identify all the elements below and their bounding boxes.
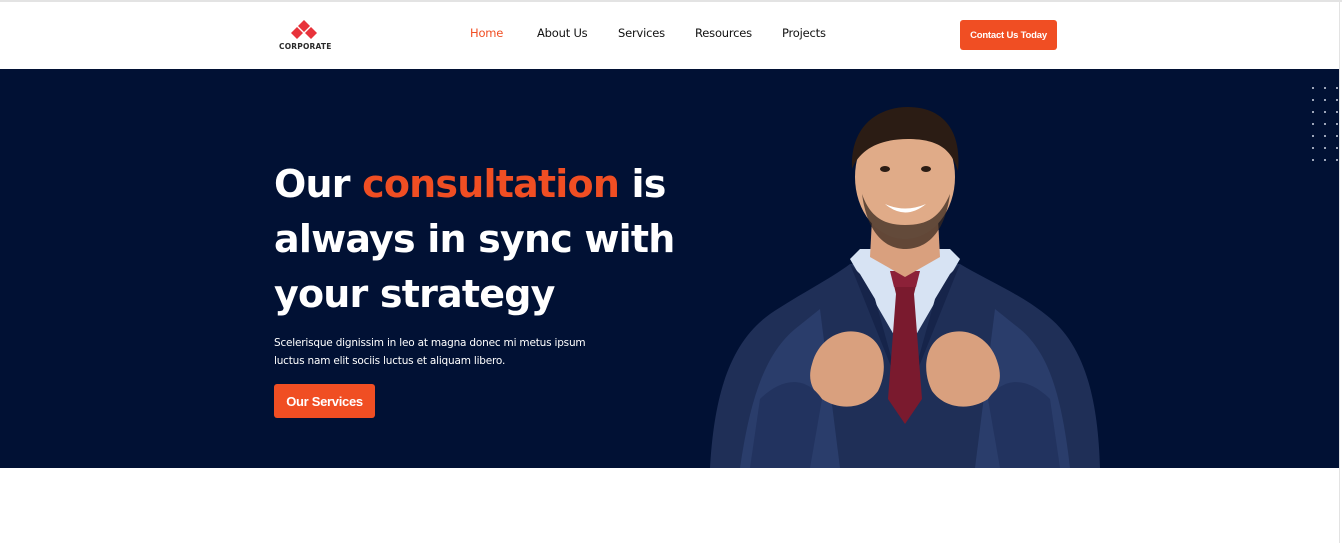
businessman-photo [710, 107, 1100, 468]
nav-home[interactable]: Home [470, 26, 503, 40]
logo-text: CORPORATE [279, 42, 332, 51]
nav-projects[interactable]: Projects [782, 26, 826, 40]
logo-diamond-icon [291, 20, 317, 39]
nav-about-us[interactable]: About Us [537, 26, 588, 40]
nav-resources[interactable]: Resources [695, 26, 752, 40]
our-services-button[interactable]: Our Services [274, 384, 375, 418]
dot-grid-decoration [1312, 87, 1338, 165]
site-header: CORPORATE Home About Us Services Resourc… [0, 2, 1339, 69]
scrollbar-edge [1339, 0, 1340, 543]
nav-services[interactable]: Services [618, 26, 665, 40]
site-logo[interactable]: CORPORATE [279, 20, 332, 56]
hero-title-part1: Our [274, 162, 363, 206]
hero-section: Our consultation is always in sync with … [0, 69, 1339, 468]
contact-us-button[interactable]: Contact Us Today [960, 20, 1057, 50]
hero-title: Our consultation is always in sync with … [274, 157, 734, 322]
hero-title-accent: consultation [362, 162, 620, 206]
hero-description: Scelerisque dignissim in leo at magna do… [274, 337, 586, 367]
